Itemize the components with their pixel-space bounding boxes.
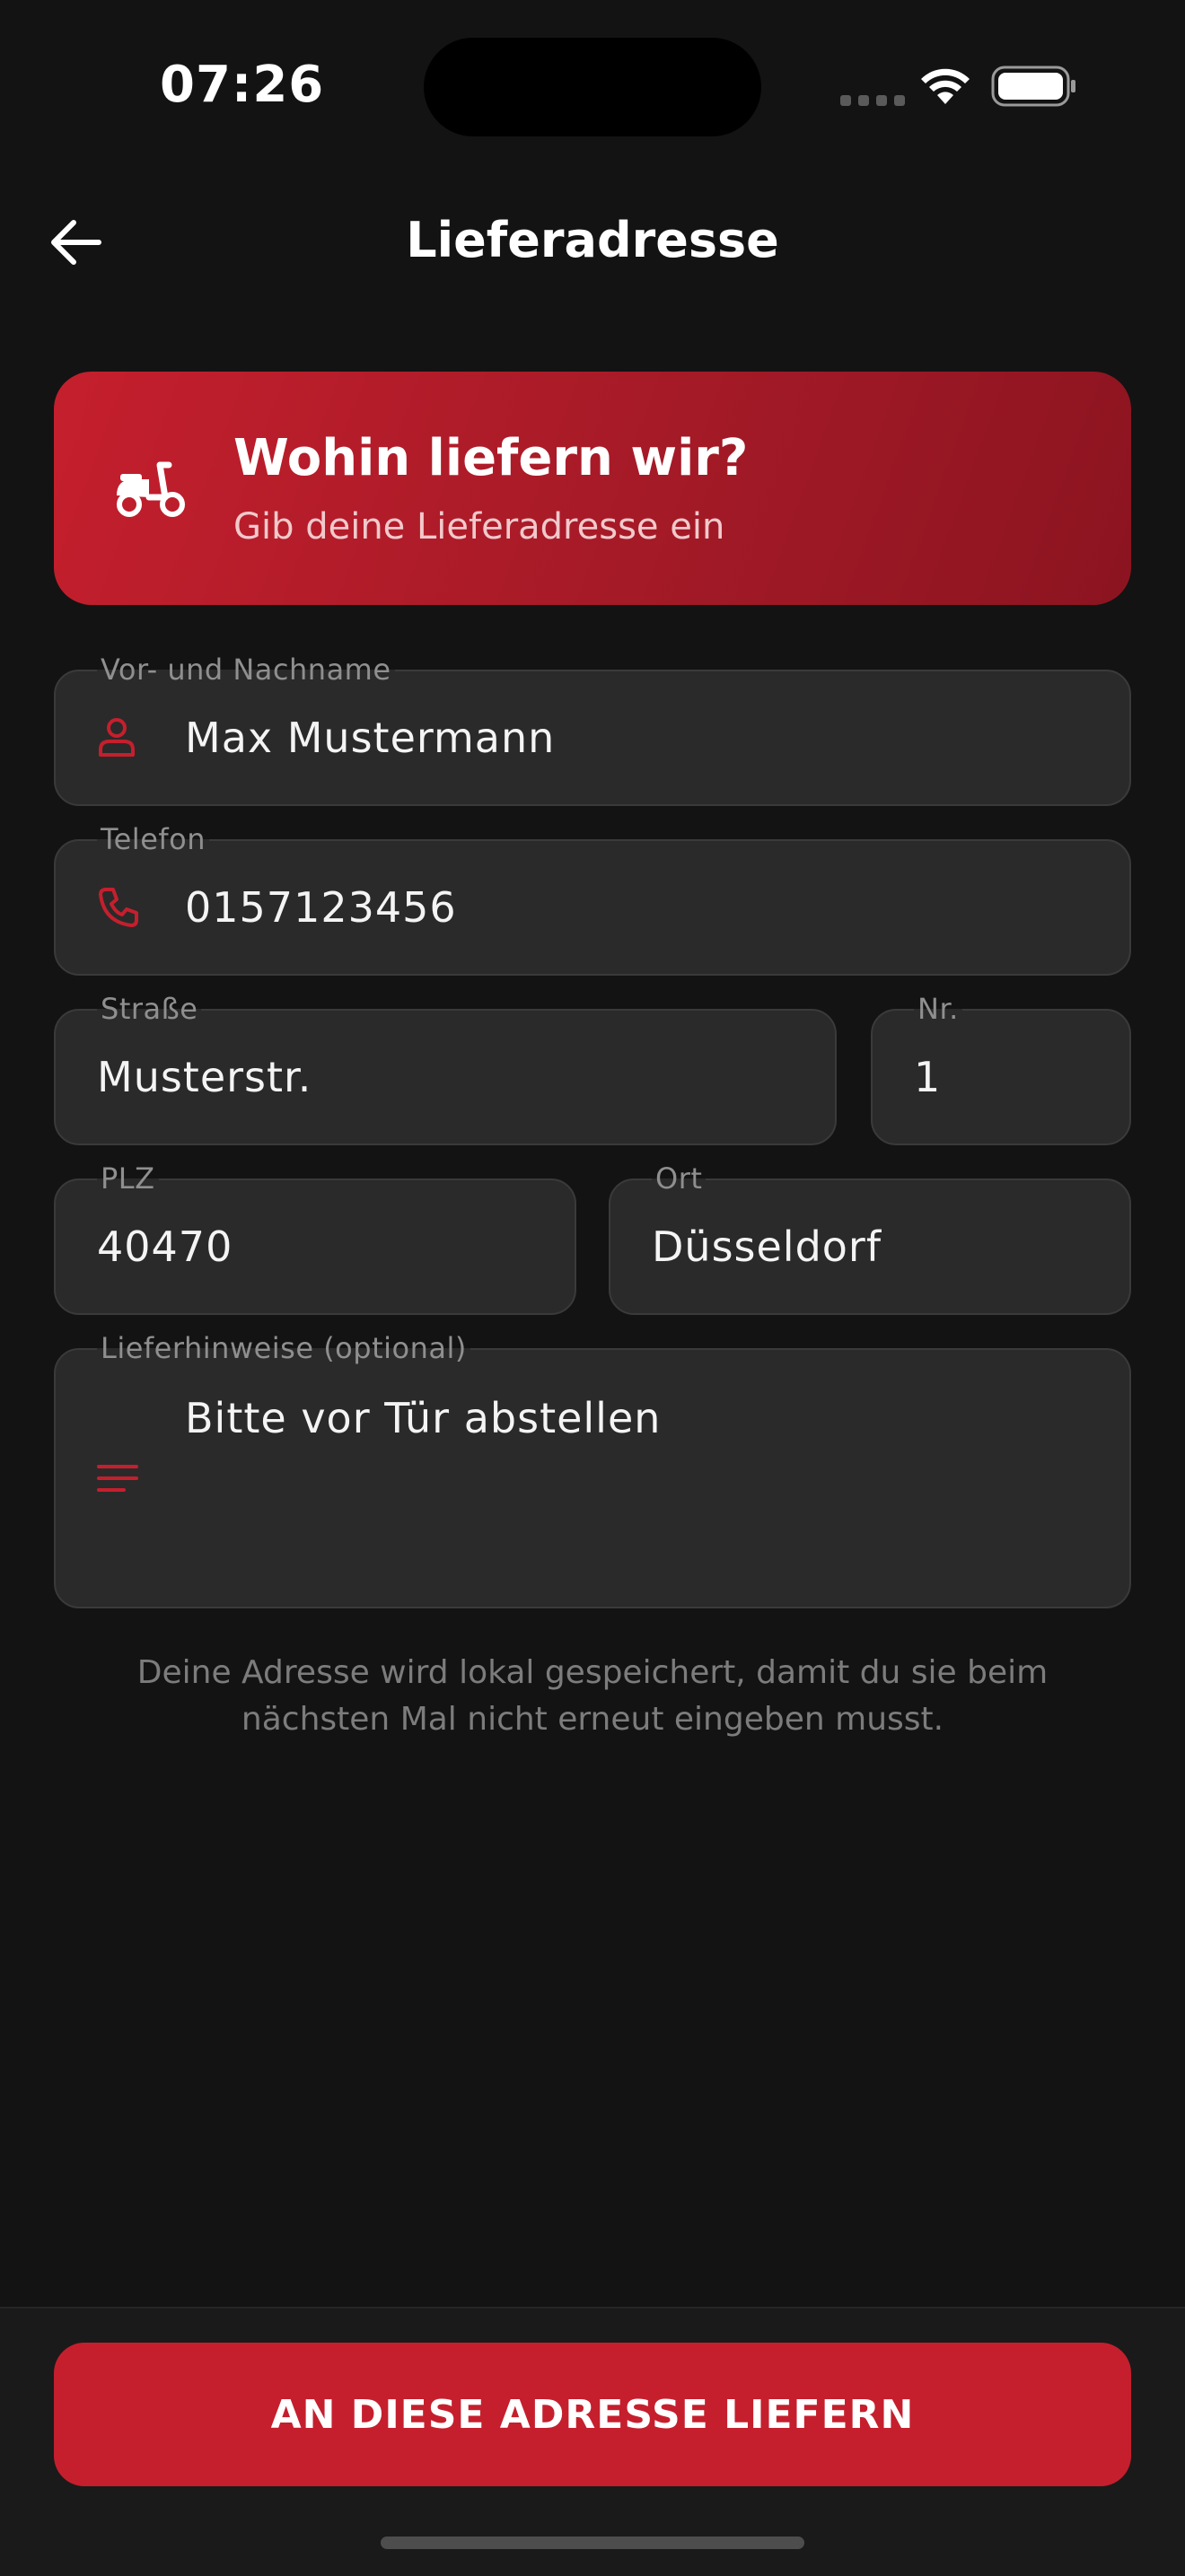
notes-label: Lieferhinweise (optional) (97, 1330, 470, 1366)
scooter-icon (117, 461, 185, 517)
zip-field[interactable]: PLZ 40470 (54, 1161, 576, 1315)
phone-label: Telefon (97, 821, 209, 857)
status-time: 07:26 (160, 56, 325, 114)
notes-field[interactable]: Lieferhinweise (optional) Bitte vor Tür … (54, 1330, 1131, 1608)
banner-title: Wohin liefern wir? (233, 429, 749, 487)
storage-hint: Deine Adresse wird lokal gespeichert, da… (136, 1654, 1049, 1738)
dynamic-island (424, 38, 761, 136)
banner-subtitle: Gib deine Lieferadresse ein (233, 506, 725, 548)
phone-field[interactable]: Telefon 0157123456 (54, 821, 1131, 976)
house-number-label: Nr. (914, 991, 962, 1027)
zip-input[interactable]: 40470 (97, 1222, 233, 1271)
cellular-icon (840, 95, 905, 106)
street-label: Straße (97, 991, 202, 1027)
home-indicator[interactable] (381, 2537, 804, 2549)
zip-label: PLZ (97, 1161, 159, 1196)
deliver-to-address-button[interactable]: AN DIESE ADRESSE LIEFERN (54, 2343, 1131, 2486)
battery-icon (991, 66, 1075, 107)
notes-icon (97, 1465, 138, 1492)
street-field[interactable]: Straße Musterstr. (54, 991, 837, 1145)
name-label: Vor- und Nachname (97, 652, 395, 688)
phone-icon (99, 888, 138, 927)
page-title: Lieferadresse (406, 212, 779, 268)
delivery-banner: Wohin liefern wir? Gib deine Lieferadres… (54, 372, 1131, 605)
name-field[interactable]: Vor- und Nachname Max Mustermann (54, 652, 1131, 806)
house-number-input[interactable]: 1 (914, 1053, 941, 1101)
notes-input[interactable]: Bitte vor Tür abstellen (185, 1394, 661, 1442)
person-icon (99, 718, 135, 757)
house-number-field[interactable]: Nr. 1 (871, 991, 1131, 1145)
name-input[interactable]: Max Mustermann (185, 714, 555, 762)
wifi-icon (921, 68, 970, 104)
city-input[interactable]: Düsseldorf (652, 1222, 882, 1271)
phone-input[interactable]: 0157123456 (185, 883, 457, 932)
city-field[interactable]: Ort Düsseldorf (609, 1161, 1131, 1315)
street-input[interactable]: Musterstr. (97, 1053, 312, 1101)
city-label: Ort (652, 1161, 707, 1196)
